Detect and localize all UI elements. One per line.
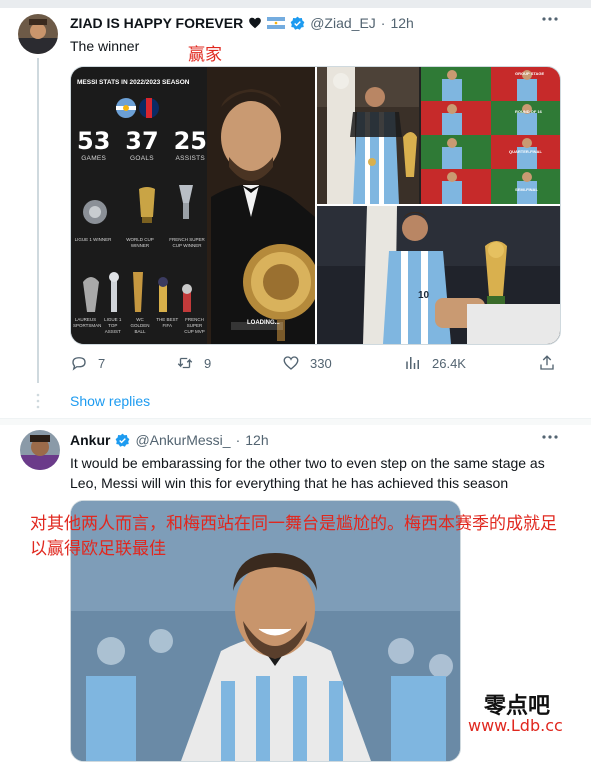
separator-dot: · xyxy=(380,15,386,31)
views-icon xyxy=(406,357,419,369)
more-options-button[interactable] xyxy=(541,10,559,33)
stat-goals: 37 GOALS xyxy=(125,127,158,162)
retweet-count: 9 xyxy=(204,355,212,371)
reply-button[interactable]: 7 xyxy=(70,354,105,372)
separator-dot: · xyxy=(235,432,241,448)
trophy-label: FRENCH SUPER CUP MVP xyxy=(184,317,205,334)
trophy-label: LIGUE 1 WINNER xyxy=(74,237,112,242)
trophy-label: FRENCH SUPER CUP WINNER xyxy=(169,237,205,248)
more-dots-icon xyxy=(542,17,558,21)
share-icon xyxy=(540,355,554,370)
trophy-label: LAUREUS SPORTSMAN xyxy=(73,317,102,328)
views-count: 26.4K xyxy=(432,355,466,371)
trophies-top-labels: LIGUE 1 WINNER WORLD CUP WINNER FRENCH S… xyxy=(73,237,207,249)
timestamp[interactable]: 12h xyxy=(390,15,413,31)
tweet1-header: ZIAD IS HAPPY FOREVER @Ziad_EJ · 12h xyxy=(70,15,414,31)
reply-icon xyxy=(72,357,86,371)
timestamp[interactable]: 12h xyxy=(245,432,268,448)
tweet-media-grid[interactable]: MESSI STATS IN 2022/2023 SEASON 53 GAMES … xyxy=(70,66,561,345)
tweet-separator xyxy=(0,418,591,425)
messi-worldcup-image xyxy=(317,206,560,344)
bracket-label: QUARTER-FINAL xyxy=(509,149,542,154)
stat-games-value: 53 xyxy=(77,127,111,155)
display-name[interactable]: Ankur xyxy=(70,432,110,448)
avatar-ankur[interactable] xyxy=(20,430,60,470)
tweet-text: The winner xyxy=(70,38,140,54)
trophy-label: WC GOLDEN BALL xyxy=(130,317,150,334)
retweet-button[interactable]: 9 xyxy=(176,354,211,372)
media-left-panel[interactable]: MESSI STATS IN 2022/2023 SEASON 53 GAMES … xyxy=(71,67,315,344)
jersey-number: 10 xyxy=(418,290,430,301)
avatar-ziad[interactable] xyxy=(18,14,58,54)
retweet-icon xyxy=(177,357,193,369)
verified-badge-icon xyxy=(290,16,305,30)
thread-line xyxy=(37,58,39,383)
trophy-label: WORLD CUP WINNER xyxy=(126,237,154,248)
club-logos-icon xyxy=(116,98,159,118)
argentina-flag-icon xyxy=(267,17,286,29)
more-options-button[interactable] xyxy=(541,428,559,451)
translation-annotation: 赢家 xyxy=(188,45,222,65)
tweet2-header: Ankur @AnkurMessi_ · 12h xyxy=(70,432,269,448)
share-button[interactable] xyxy=(538,354,556,372)
stat-assists-label: ASSISTS xyxy=(175,155,206,162)
heart-emoji-icon xyxy=(249,17,262,29)
watermark-url: www.Ldb.cc xyxy=(468,716,563,735)
handle[interactable]: @Ziad_EJ xyxy=(310,15,376,31)
trophy-label: THE BEST FIFA xyxy=(156,317,179,328)
stats-background xyxy=(71,67,315,344)
handle[interactable]: @AnkurMessi_ xyxy=(135,432,230,448)
stat-games: 53 GAMES xyxy=(77,127,110,162)
bracket-label: ROUND OF 16 xyxy=(515,109,542,114)
stat-goals-label: GOALS xyxy=(130,155,154,162)
display-name[interactable]: ZIAD IS HAPPY FOREVER xyxy=(70,15,243,31)
top-strip xyxy=(0,0,591,8)
heart-icon xyxy=(283,356,299,370)
avatar-image xyxy=(20,430,60,470)
like-count: 330 xyxy=(310,355,332,371)
loading-text: LOADING... xyxy=(247,320,280,326)
trophy-label: LIGUE 1 TOP ASSIST xyxy=(104,317,122,334)
trophies-bottom-labels: LAUREUS SPORTSMAN LIGUE 1 TOP ASSIST WC … xyxy=(73,317,207,335)
like-button[interactable]: 330 xyxy=(282,354,332,372)
avatar-image xyxy=(18,14,58,54)
verified-badge-icon xyxy=(116,433,130,447)
stat-games-label: GAMES xyxy=(81,155,107,162)
views-button[interactable]: 26.4K xyxy=(404,354,466,372)
tweet-text: It would be embarassing for the other tw… xyxy=(70,455,545,491)
thread-dots-icon xyxy=(36,393,40,409)
show-replies-link[interactable]: Show replies xyxy=(70,393,150,409)
stat-assists: 25 ASSISTS xyxy=(174,127,207,162)
reply-count: 7 xyxy=(98,355,106,371)
translation-annotation: 对其他两人而言，和梅西站在同一舞台是尴尬的。梅西本赛季的成就足以赢得欧足联最佳 xyxy=(30,514,557,559)
more-dots-icon xyxy=(542,435,558,439)
stats-row: 53 GAMES 37 GOALS 25 ASSISTS xyxy=(77,127,207,162)
media-top-right-panel[interactable]: GROUP STAGE ROUND OF 16 QUARTER-FINAL SE… xyxy=(317,67,560,204)
media-bottom-right-panel[interactable]: 10 xyxy=(317,206,560,344)
bracket-label: SEMI-FINAL xyxy=(515,187,538,192)
bracket-label: GROUP STAGE xyxy=(515,71,545,76)
stats-title: MESSI STATS IN 2022/2023 SEASON xyxy=(77,79,190,86)
stat-goals-value: 37 xyxy=(125,127,159,155)
worldcup-collage-image xyxy=(317,67,560,204)
stat-assists-value: 25 xyxy=(173,127,207,155)
